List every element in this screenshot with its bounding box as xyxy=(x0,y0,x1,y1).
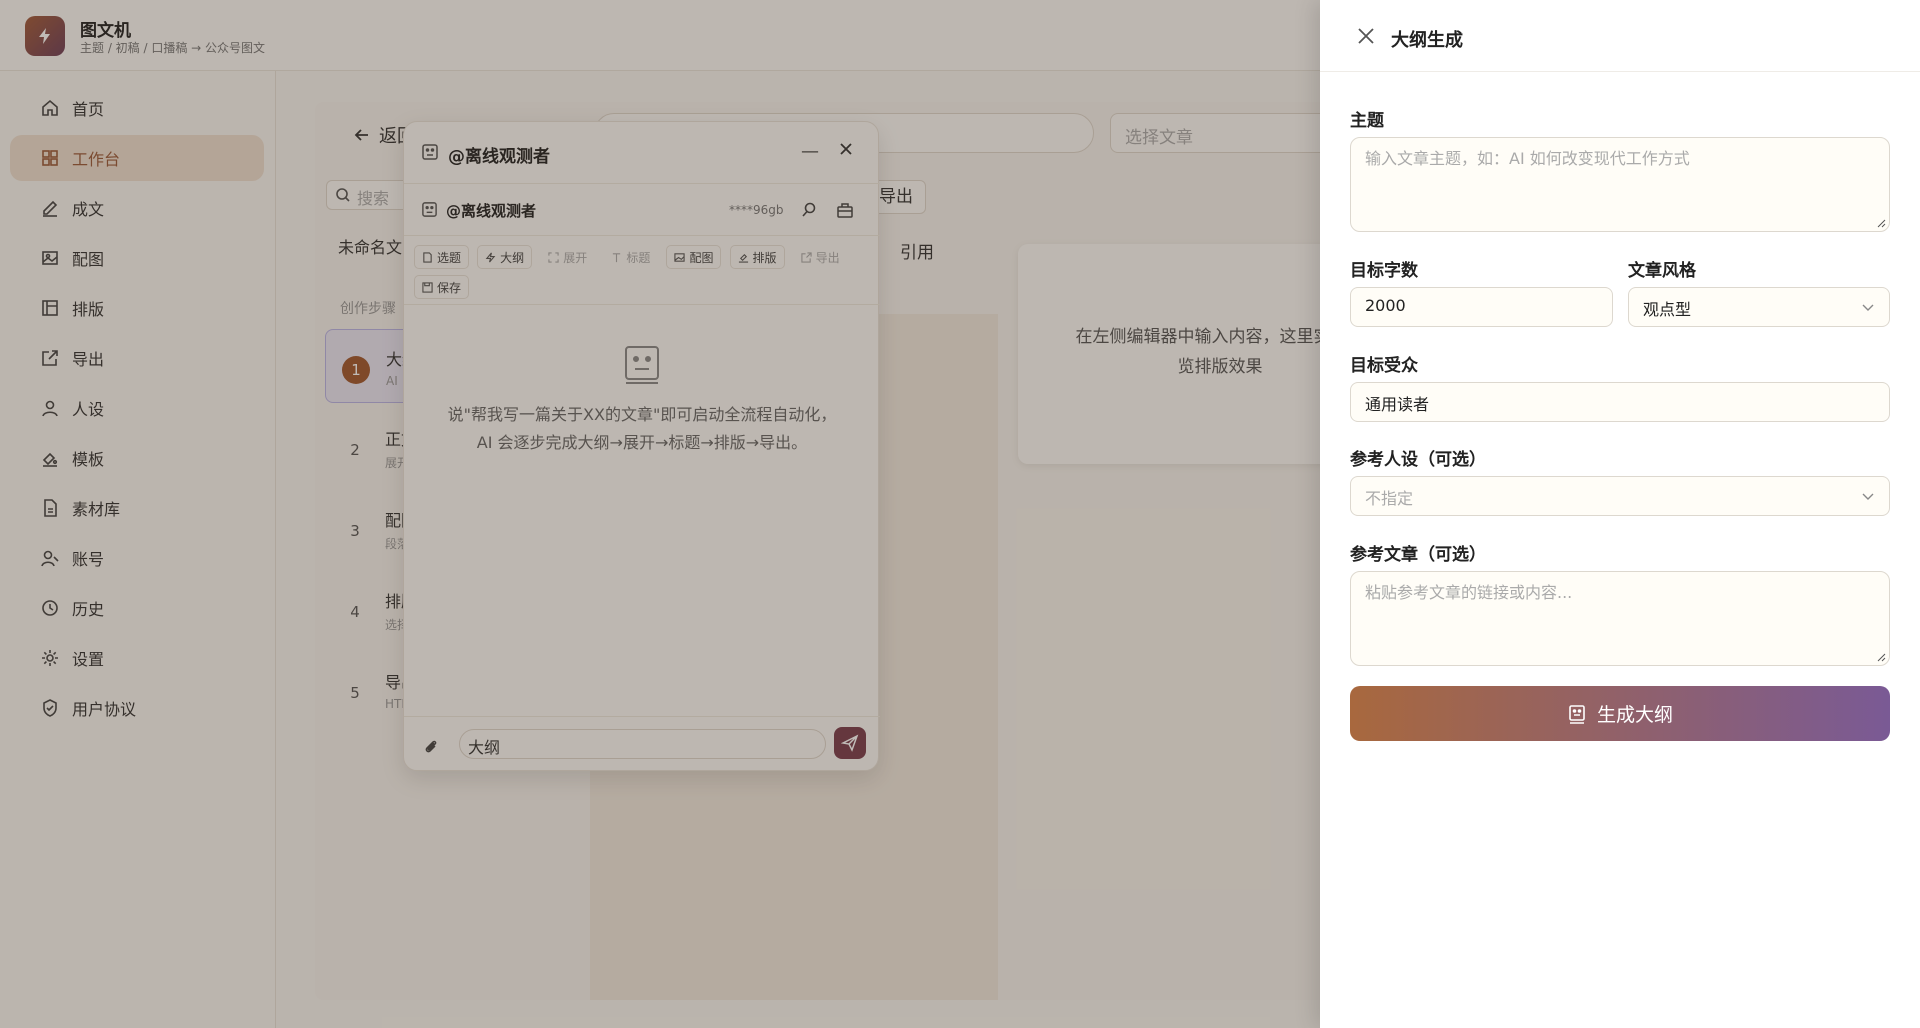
audience-label: 目标受众 xyxy=(1350,356,1418,376)
audience-input[interactable]: 通用读者 xyxy=(1350,382,1890,422)
topic-label: 主题 xyxy=(1350,111,1384,131)
app-root: 图文机 主题 / 初稿 / 口播稿 → 公众号图文 首页 工作台 成文 配图 排… xyxy=(0,0,1920,1028)
chevron-down-icon xyxy=(1862,493,1874,500)
generate-label: 生成大纲 xyxy=(1596,704,1673,726)
drawer-title: 大纲生成 xyxy=(1391,30,1463,51)
chevron-down-icon xyxy=(1862,304,1874,311)
style-label: 文章风格 xyxy=(1628,261,1696,281)
drawer-header: 大纲生成 xyxy=(1320,0,1920,72)
reference-textarea[interactable]: 粘贴参考文章的链接或内容... xyxy=(1350,571,1890,666)
generate-outline-button[interactable]: 生成大纲 xyxy=(1350,686,1890,741)
persona-label: 参考人设（可选） xyxy=(1350,450,1486,470)
close-icon[interactable] xyxy=(1356,26,1376,46)
style-select[interactable]: 观点型 xyxy=(1628,287,1890,327)
resize-handle-icon[interactable] xyxy=(1876,218,1886,228)
robot-icon xyxy=(1569,704,1585,724)
persona-select[interactable]: 不指定 xyxy=(1350,476,1890,516)
topic-placeholder: 输入文章主题，如：AI 如何改变现代工作方式 xyxy=(1365,149,1690,168)
topic-textarea[interactable]: 输入文章主题，如：AI 如何改变现代工作方式 xyxy=(1350,137,1890,232)
style-value: 观点型 xyxy=(1643,300,1692,319)
resize-handle-icon[interactable] xyxy=(1876,652,1886,662)
word-count-input[interactable]: 2000 xyxy=(1350,287,1613,327)
persona-value: 不指定 xyxy=(1365,489,1414,508)
reference-placeholder: 粘贴参考文章的链接或内容... xyxy=(1365,583,1573,602)
reference-label: 参考文章（可选） xyxy=(1350,545,1486,565)
word-count-label: 目标字数 xyxy=(1350,261,1418,281)
